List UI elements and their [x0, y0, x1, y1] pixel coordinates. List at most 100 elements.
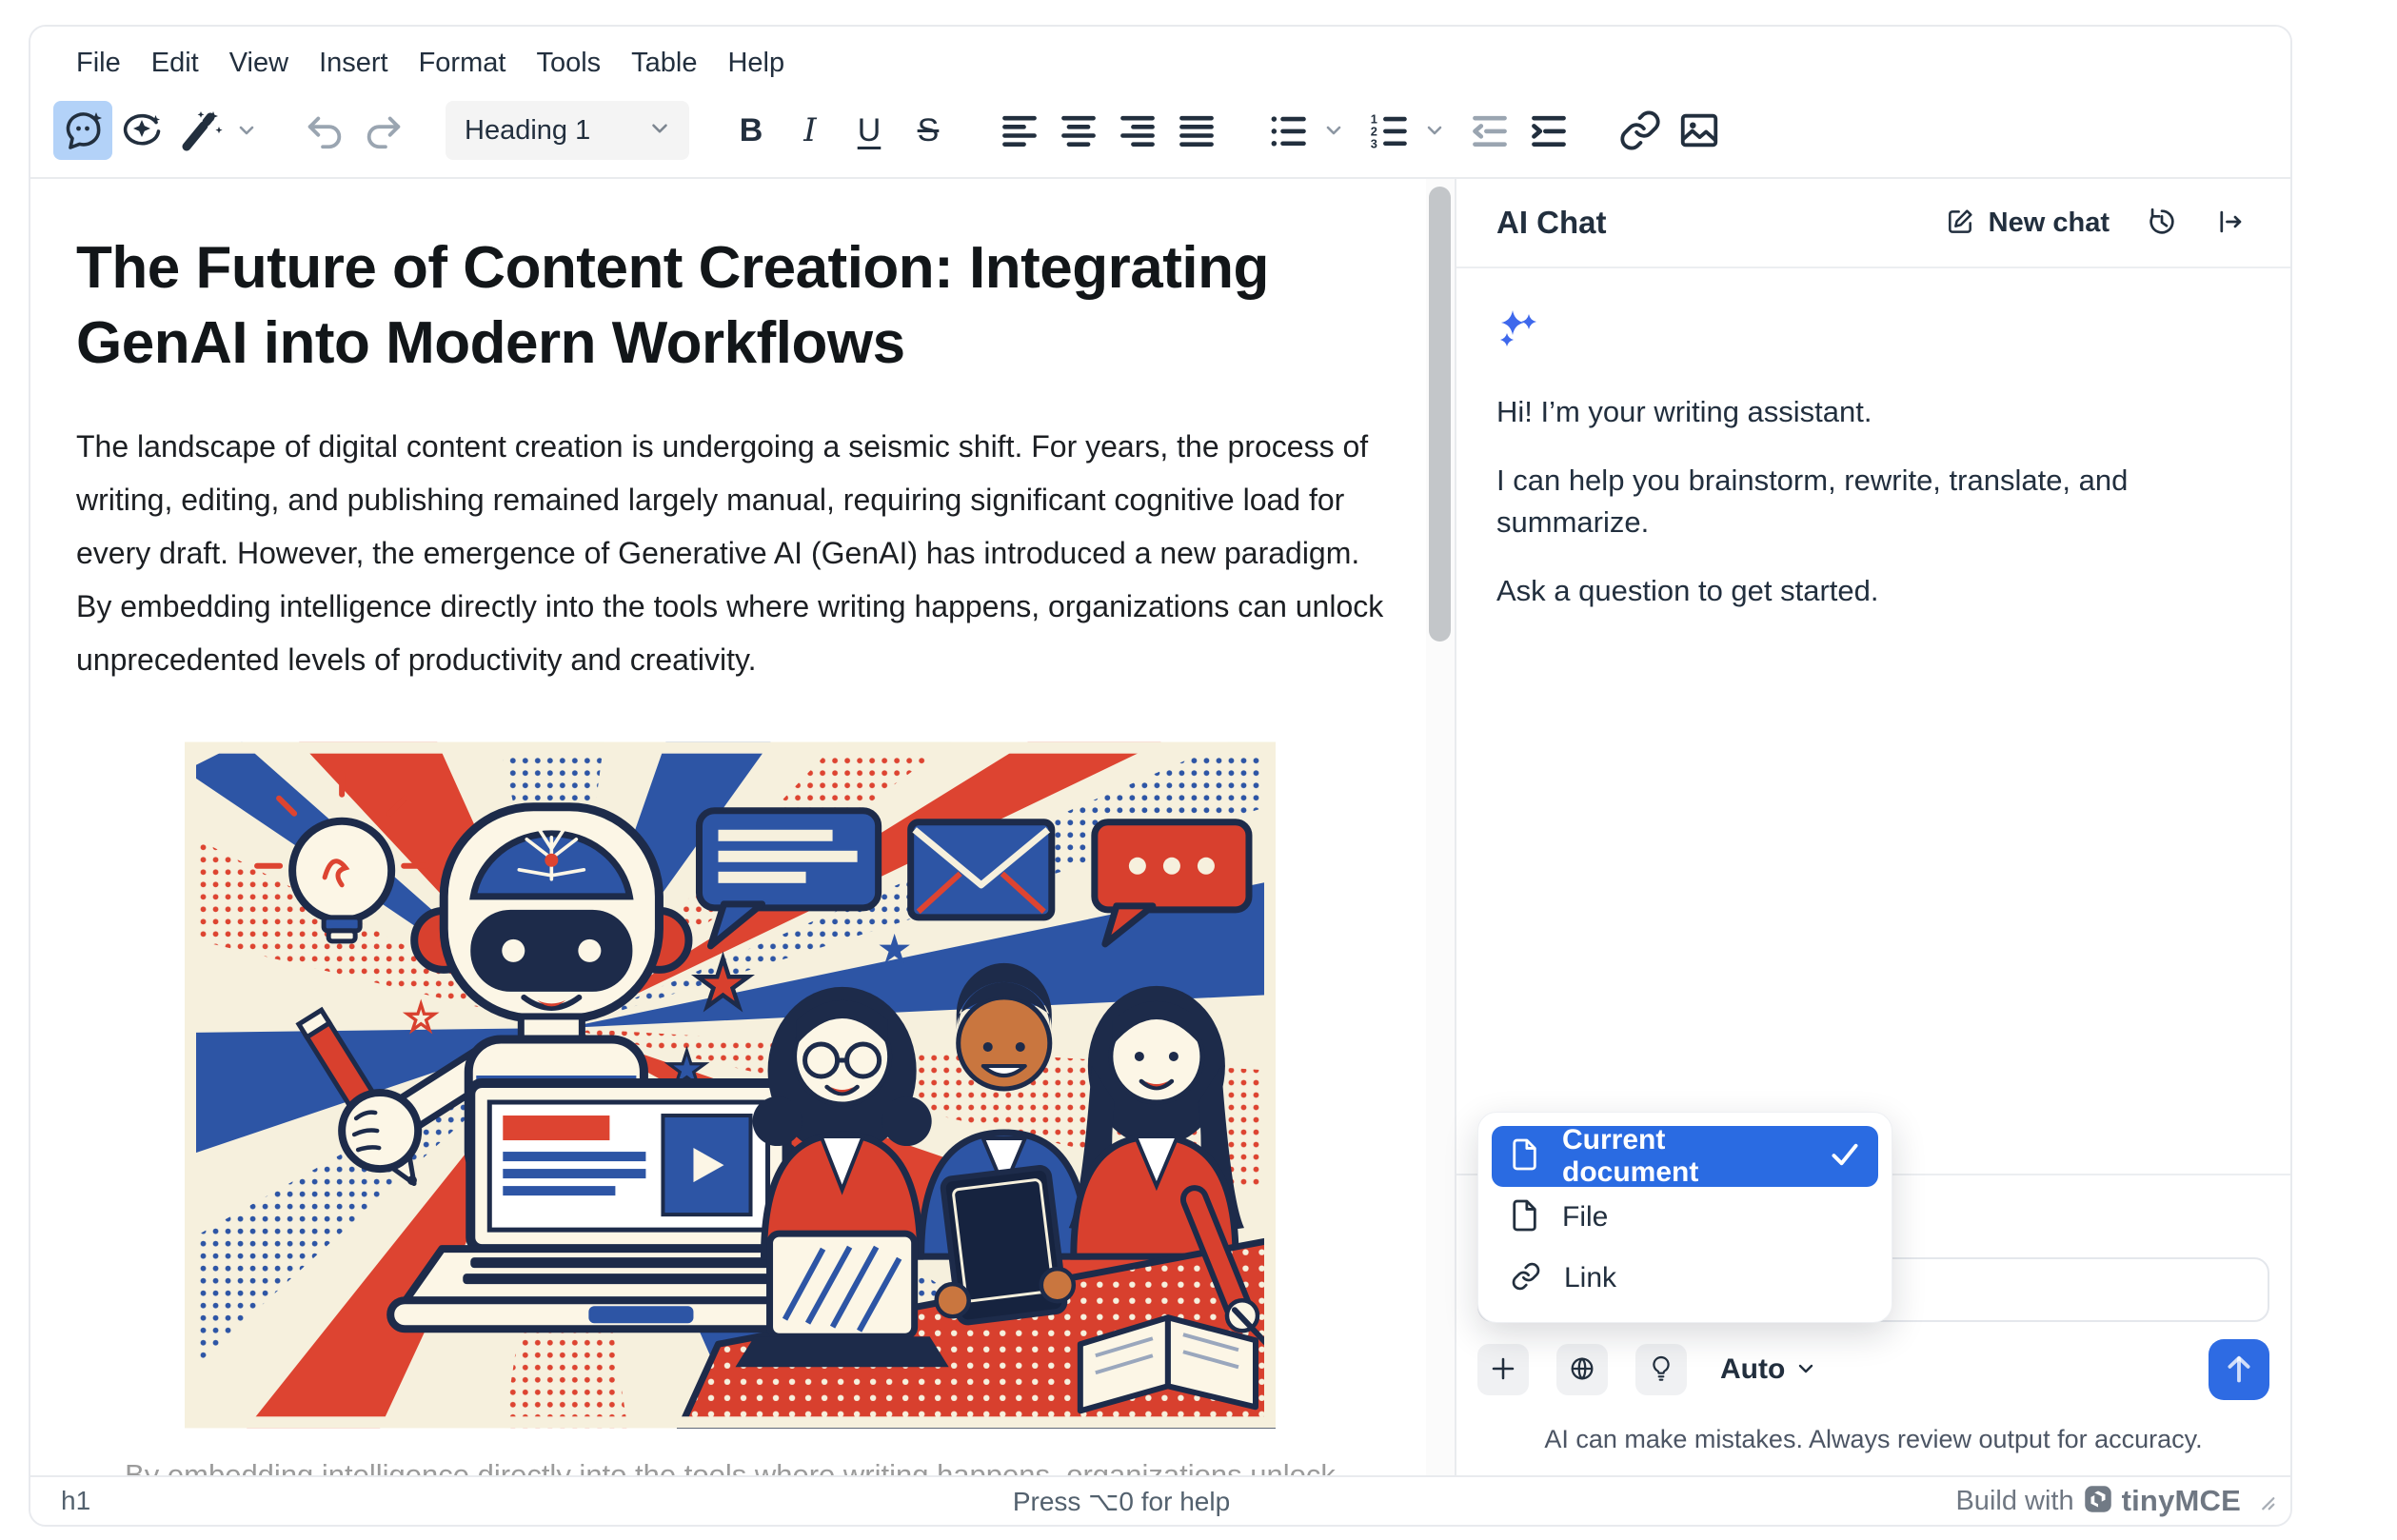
align-center-icon [1058, 109, 1099, 151]
status-bar: h1 Press ⌥0 for help Build with tinyMCE [30, 1475, 2290, 1525]
menu-bar: File Edit View Insert Format Tools Table… [30, 27, 2290, 89]
bold-button[interactable]: B [722, 101, 781, 160]
undo-icon [303, 109, 347, 152]
format-select[interactable]: Heading 1 [446, 101, 689, 160]
menu-tools[interactable]: Tools [521, 40, 616, 87]
model-selector-value: Auto [1720, 1353, 1785, 1386]
history-icon [2146, 206, 2178, 241]
resize-handle-icon[interactable] [2254, 1490, 2277, 1512]
align-justify-button[interactable] [1167, 101, 1226, 160]
branding-prefix: Build with [1955, 1486, 2073, 1517]
help-hint: Press ⌥0 for help [375, 1486, 1868, 1517]
element-path: h1 [61, 1486, 375, 1516]
align-left-button[interactable] [990, 101, 1049, 160]
toolbar: Heading 1 B I U S [30, 89, 2290, 177]
assistant-greeting: Hi! I’m your writing assistant. I can he… [1496, 391, 2248, 612]
scrollbar-thumb[interactable] [1429, 187, 1451, 642]
numbered-list-icon: 1 2 3 [1368, 109, 1410, 151]
menu-item-file[interactable]: File [1492, 1187, 1878, 1248]
send-icon [2220, 1350, 2258, 1391]
chat-title: AI Chat [1496, 205, 1607, 241]
align-center-button[interactable] [1049, 101, 1108, 160]
outdent-button[interactable] [1460, 101, 1519, 160]
history-button[interactable] [2134, 198, 2189, 248]
model-selector[interactable]: Auto [1720, 1353, 1817, 1386]
undo-button[interactable] [295, 101, 354, 160]
chat-controls: Auto [1477, 1339, 2269, 1400]
app-page: File Edit View Insert Format Tools Table… [0, 0, 2397, 1540]
align-justify-icon [1176, 109, 1218, 151]
image-button[interactable] [1670, 101, 1729, 160]
branding-brand: tinyMCE [2122, 1484, 2241, 1518]
ai-shortcuts-button[interactable] [112, 101, 171, 160]
redo-button[interactable] [354, 101, 413, 160]
image-caption[interactable]: By embedding intelligence directly into … [102, 1452, 1357, 1475]
strikethrough-glyph: S [918, 112, 940, 149]
new-chat-icon [1945, 207, 1975, 240]
bullet-list-button[interactable] [1258, 101, 1317, 160]
bullet-list-chevron-icon[interactable] [1317, 101, 1350, 160]
chat-actions: New chat [1933, 198, 2258, 248]
menu-item-current-document[interactable]: Current document [1492, 1126, 1878, 1187]
menu-view[interactable]: View [214, 40, 304, 87]
underline-button[interactable]: U [840, 101, 899, 160]
chevron-down-icon [1794, 1357, 1817, 1383]
envelope-doodle [911, 821, 1052, 917]
strikethrough-button[interactable]: S [899, 101, 958, 160]
bold-glyph: B [740, 112, 763, 149]
editor-scrollbar [1426, 179, 1455, 1475]
web-search-button[interactable] [1556, 1344, 1608, 1395]
ai-shortcuts-icon [119, 108, 165, 153]
align-right-button[interactable] [1108, 101, 1167, 160]
new-chat-button[interactable]: New chat [1933, 199, 2121, 247]
link-button[interactable] [1611, 101, 1670, 160]
document-editor[interactable]: The Future of Content Creation: Integrat… [30, 179, 1426, 1475]
format-select-value: Heading 1 [465, 115, 590, 147]
document-illustration[interactable] [185, 741, 1276, 1429]
tinymce-logo-icon [2084, 1485, 2112, 1518]
greeting-line: Hi! I’m your writing assistant. [1496, 391, 2248, 433]
numbered-list-chevron-icon[interactable] [1418, 101, 1451, 160]
ai-chat-button[interactable] [53, 101, 112, 160]
numbered-list-button[interactable]: 1 2 3 [1359, 101, 1418, 160]
document-figure[interactable]: By embedding intelligence directly into … [48, 741, 1413, 1475]
menu-item-label: File [1562, 1201, 1859, 1234]
menu-table[interactable]: Table [616, 40, 712, 87]
align-left-icon [999, 109, 1040, 151]
chat-body: Hi! I’m your writing assistant. I can he… [1456, 268, 2290, 1174]
ai-tools-chevron-icon[interactable] [230, 101, 263, 160]
menu-edit[interactable]: Edit [136, 40, 214, 87]
tinymce-editor-window: File Edit View Insert Format Tools Table… [29, 25, 2292, 1527]
menu-format[interactable]: Format [404, 40, 522, 87]
menu-file[interactable]: File [61, 40, 136, 87]
send-button[interactable] [2209, 1339, 2269, 1400]
document-title[interactable]: The Future of Content Creation: Integrat… [48, 230, 1413, 382]
ai-chat-icon [60, 108, 106, 153]
image-icon [1677, 109, 1721, 152]
context-dropdown-menu: Current document File [1477, 1112, 1892, 1323]
menu-insert[interactable]: Insert [304, 40, 404, 87]
indent-icon [1528, 109, 1570, 151]
menu-help[interactable]: Help [712, 40, 800, 87]
document-icon [1511, 1138, 1539, 1175]
greeting-line: Ask a question to get started. [1496, 570, 2248, 612]
outdent-icon [1469, 109, 1511, 151]
add-context-button[interactable] [1477, 1344, 1529, 1395]
close-sidebar-button[interactable] [2203, 198, 2258, 248]
redo-icon [362, 109, 406, 152]
menu-item-link[interactable]: Link [1492, 1248, 1878, 1309]
link-icon [1618, 109, 1662, 152]
check-icon [1831, 1142, 1859, 1172]
exit-icon [2214, 206, 2247, 241]
new-chat-label: New chat [1989, 207, 2110, 239]
indent-button[interactable] [1519, 101, 1578, 160]
ai-tools-button[interactable] [171, 101, 230, 160]
menu-item-label: Current document [1562, 1124, 1808, 1189]
branding[interactable]: Build with tinyMCE [1868, 1484, 2277, 1518]
svg-text:3: 3 [1371, 136, 1377, 150]
document-paragraph[interactable]: The landscape of digital content creatio… [48, 420, 1413, 686]
italic-button[interactable]: I [781, 101, 840, 160]
suggestions-button[interactable] [1635, 1344, 1687, 1395]
link-icon [1511, 1261, 1541, 1296]
chat-header: AI Chat New chat [1456, 179, 2290, 268]
